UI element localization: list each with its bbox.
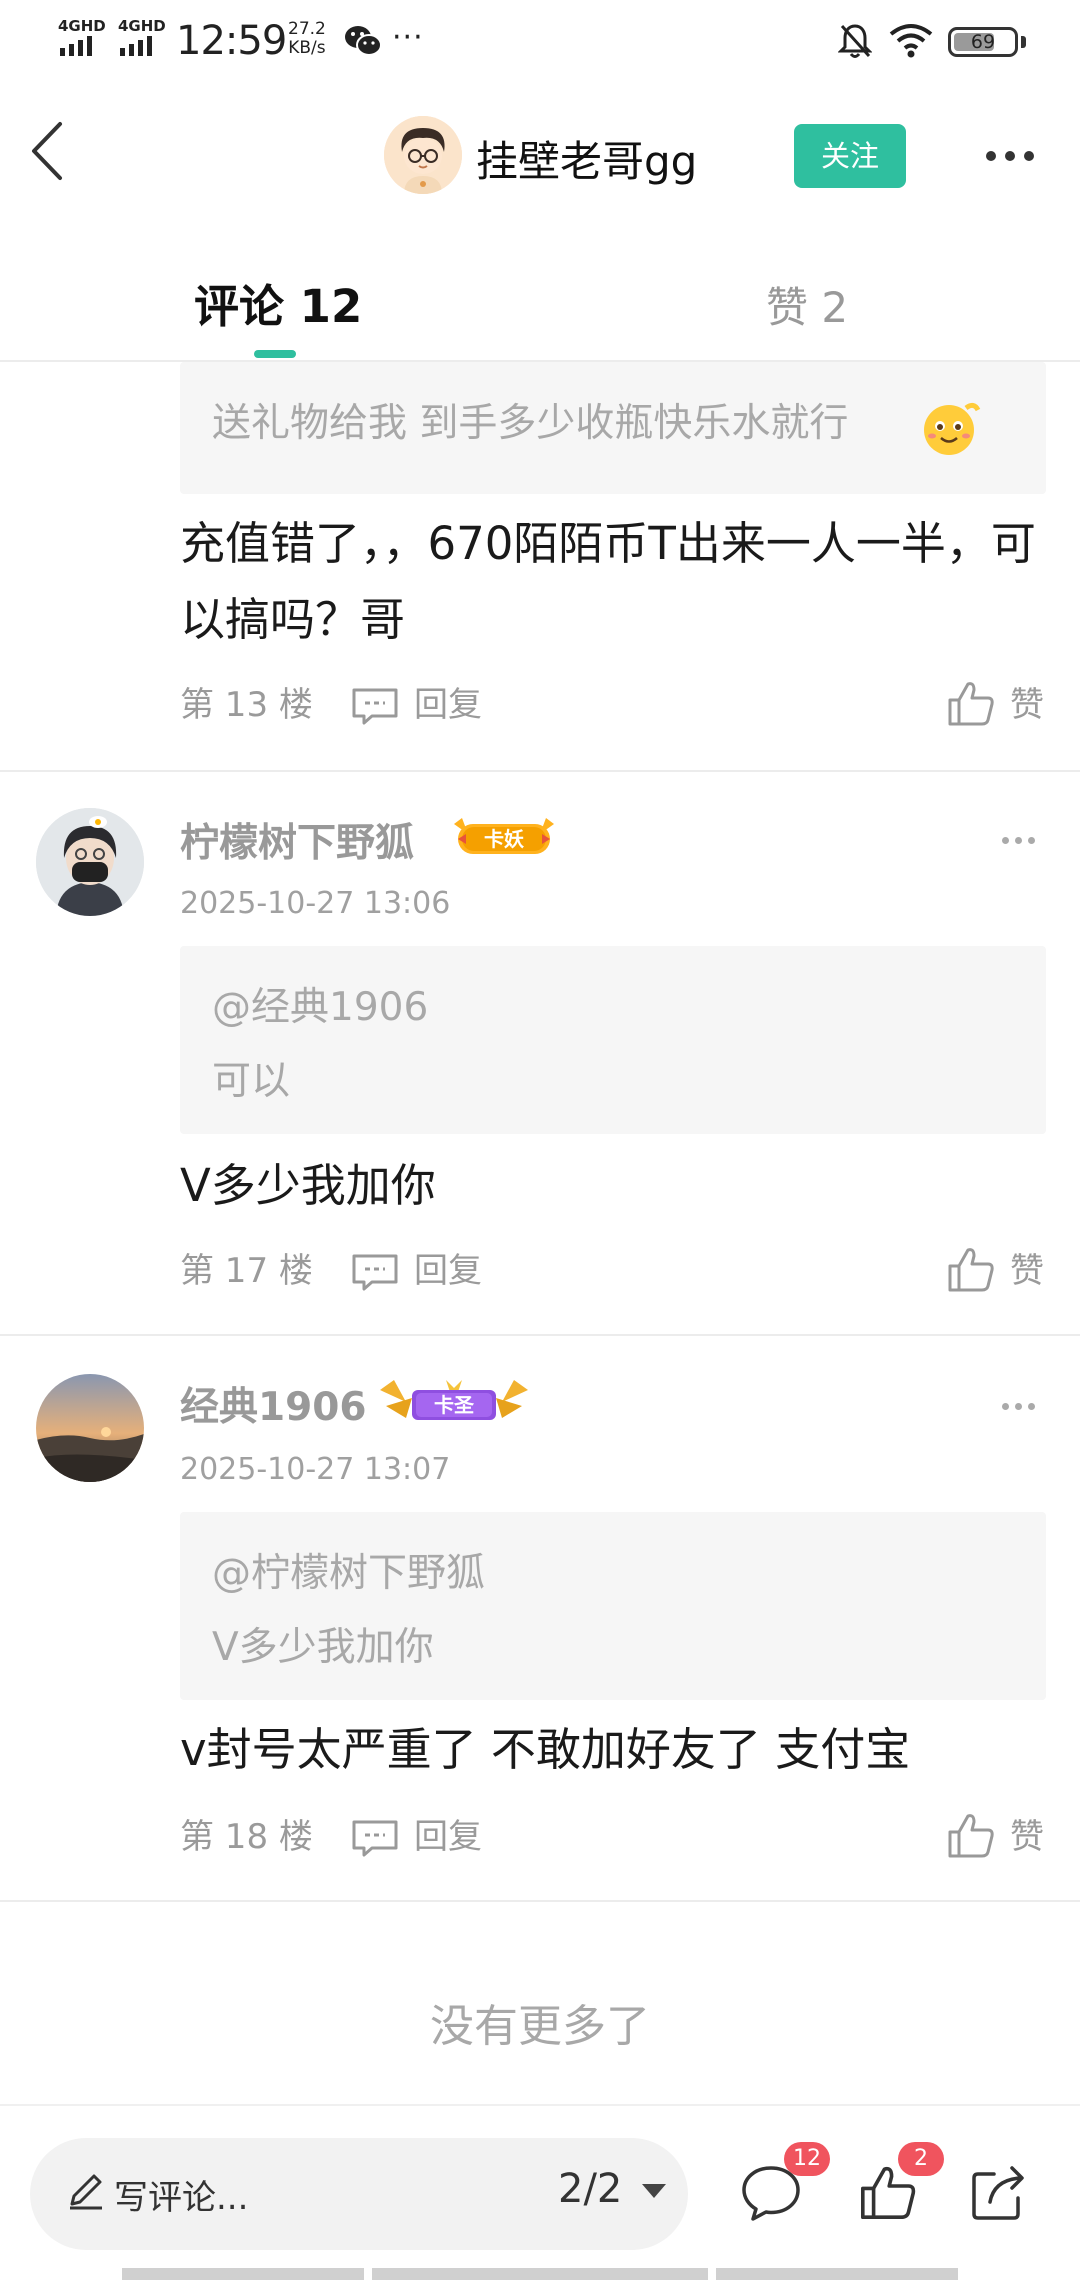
- level-badge-icon: 卡妖: [454, 818, 554, 854]
- badge-label: 卡妖: [484, 827, 524, 851]
- cartoon-avatar-icon: [384, 116, 462, 194]
- network-label-2: 4GHD: [118, 17, 166, 35]
- write-comment-input[interactable]: 写评论... 2/2: [30, 2138, 688, 2250]
- network-speed-unit: KB/s: [288, 38, 326, 58]
- battery-tip: [1021, 36, 1026, 48]
- thumbs-up-icon[interactable]: [946, 678, 996, 728]
- like-button[interactable]: 赞: [1010, 1812, 1044, 1862]
- masked-character-avatar-icon: [36, 808, 144, 916]
- quote-text: 送礼物给我 到手多少收瓶快乐水就行: [212, 401, 849, 446]
- dot: [986, 151, 996, 161]
- quoted-comment: 送礼物给我 到手多少收瓶快乐水就行: [180, 362, 1046, 494]
- comment-placeholder: 写评论...: [114, 2178, 249, 2218]
- commenter-name[interactable]: 经典1906: [180, 1376, 367, 1432]
- nav-hint-bar: [372, 2268, 708, 2280]
- comment-more-button[interactable]: [1002, 830, 1042, 850]
- battery-percent: 69: [970, 31, 996, 53]
- thumbs-up-icon[interactable]: [946, 1244, 996, 1294]
- reply-icon[interactable]: [350, 1818, 400, 1858]
- nav-hint-bar: [716, 2268, 958, 2280]
- dot: [1005, 151, 1015, 161]
- share-icon[interactable]: [968, 2162, 1030, 2224]
- comment-meta: 第 17 楼 回复 赞: [180, 1246, 1046, 1296]
- smile-emoji-icon: [924, 402, 981, 455]
- comment-body: v封号太严重了 不敢加好友了 支付宝: [180, 1723, 911, 1776]
- more-notifications-icon: ···: [392, 20, 424, 55]
- page-indicator[interactable]: 2/2: [558, 2166, 622, 2212]
- quote-text: 可以: [212, 1059, 291, 1104]
- like-button[interactable]: 赞: [1010, 680, 1044, 730]
- active-tab-indicator: [254, 350, 296, 358]
- divider: [0, 1900, 1080, 1902]
- divider: [0, 770, 1080, 772]
- tab-likes[interactable]: 赞 2: [766, 274, 848, 335]
- wechat-icon: [345, 26, 382, 56]
- commenter-avatar[interactable]: [36, 808, 144, 916]
- quoted-comment: @经典1906 可以: [180, 946, 1046, 1134]
- network-speed: 27.2 KB/s: [288, 20, 326, 58]
- badge-label: 卡圣: [434, 1393, 475, 1417]
- caret-down-icon[interactable]: [642, 2184, 666, 2198]
- like-count-badge: 2: [898, 2142, 944, 2176]
- reply-button[interactable]: 回复: [414, 680, 482, 730]
- divider: [0, 2104, 1080, 2106]
- level-badge-icon: 卡圣: [380, 1380, 528, 1420]
- pen-icon: [70, 2174, 102, 2210]
- like-button[interactable]: 赞: [1010, 1246, 1044, 1296]
- comment-count-badge: 12: [784, 2142, 830, 2176]
- reply-button[interactable]: 回复: [414, 1246, 482, 1296]
- follow-button[interactable]: 关注: [794, 124, 906, 188]
- thumbs-up-icon[interactable]: [946, 1810, 996, 1860]
- comment-body: V多少我加你: [180, 1159, 436, 1212]
- status-bar: 4GHD 4GHD 12:59 27.2 KB/s ··· 69: [0, 0, 1080, 84]
- wifi-icon: [889, 24, 933, 58]
- sunset-landscape-avatar-icon: [36, 1374, 144, 1482]
- network-label-1: 4GHD: [58, 17, 106, 35]
- comment-meta: 第 13 楼 回复 赞: [180, 680, 1046, 730]
- nav-hint-bar: [122, 2268, 364, 2280]
- comment-timestamp: 2025-10-27 13:06: [180, 886, 451, 921]
- reply-button[interactable]: 回复: [414, 1812, 482, 1862]
- dot: [1024, 151, 1034, 161]
- commenter-name[interactable]: 柠檬树下野狐: [180, 812, 414, 868]
- end-of-list-label: 没有更多了: [430, 2001, 650, 2052]
- comment-meta: 第 18 楼 回复 赞: [180, 1812, 1046, 1862]
- clock: 12:59: [176, 18, 287, 64]
- floor-number: 第 13 楼: [180, 685, 313, 725]
- quote-mention[interactable]: @经典1906: [212, 976, 428, 1032]
- back-button[interactable]: [22, 118, 82, 188]
- network-speed-value: 27.2: [288, 19, 326, 39]
- bell-muted-icon: [838, 24, 872, 58]
- chevron-left-icon: [32, 122, 62, 180]
- comment-timestamp: 2025-10-27 13:07: [180, 1452, 451, 1487]
- comment-body: 充值错了，，670陌陌币T出来一人一半，可以搞吗？哥: [180, 517, 1036, 646]
- floor-number: 第 17 楼: [180, 1251, 313, 1291]
- divider: [0, 1334, 1080, 1336]
- commenter-avatar[interactable]: [36, 1374, 144, 1482]
- battery-icon: 69: [948, 27, 1018, 57]
- quoted-comment: @柠檬树下野狐 V多少我加你: [180, 1512, 1046, 1700]
- quote-text: V多少我加你: [212, 1625, 434, 1670]
- author-avatar[interactable]: [384, 116, 462, 194]
- reply-icon[interactable]: [350, 686, 400, 726]
- reply-icon[interactable]: [350, 1252, 400, 1292]
- signal-icon-2: [120, 36, 152, 56]
- comment-more-button[interactable]: [1002, 1396, 1042, 1416]
- tab-comments[interactable]: 评论 12: [194, 270, 362, 335]
- floor-number: 第 18 楼: [180, 1817, 313, 1857]
- more-options-button[interactable]: [980, 138, 1040, 174]
- author-name[interactable]: 挂壁老哥gg: [476, 128, 697, 189]
- signal-icon-1: [60, 36, 92, 56]
- quote-mention[interactable]: @柠檬树下野狐: [212, 1542, 485, 1598]
